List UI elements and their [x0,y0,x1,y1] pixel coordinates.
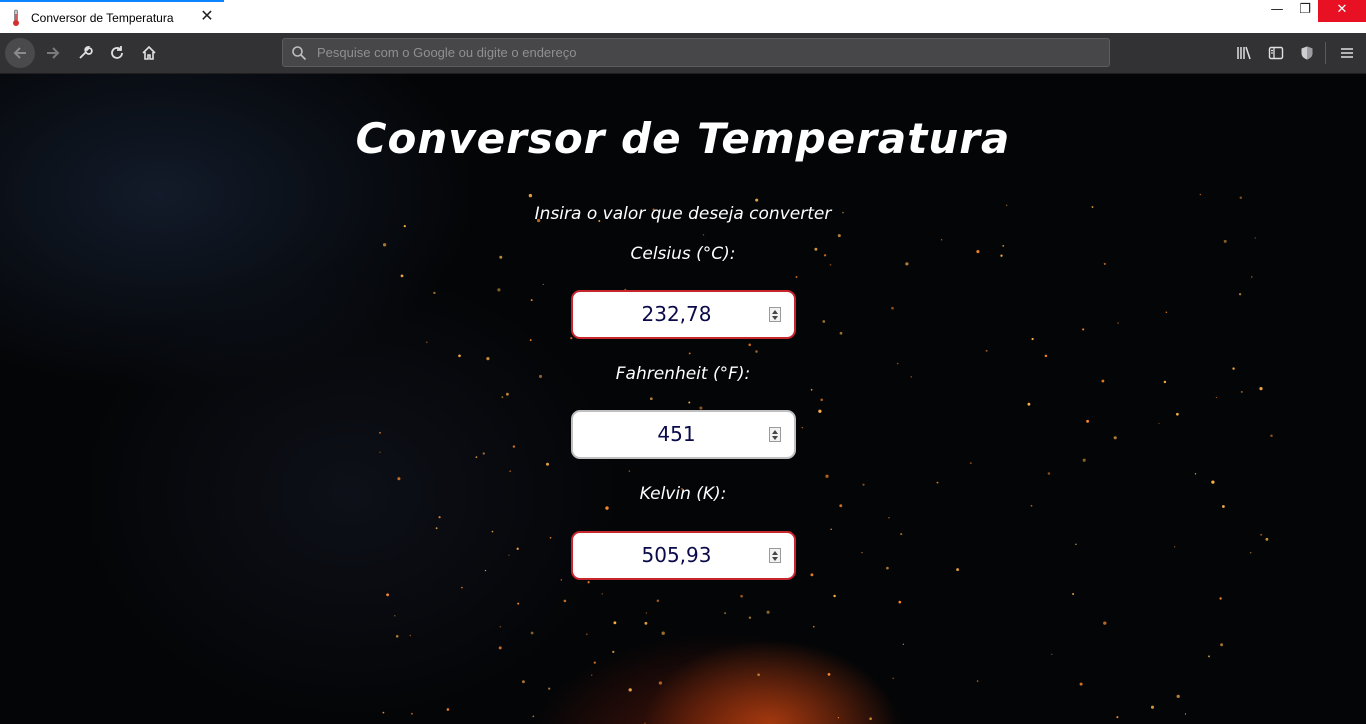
search-icon [291,45,307,61]
restore-button[interactable]: ❐ [1288,0,1322,22]
page-viewport: Conversor de Temperatura Insira o valor … [0,74,1366,724]
window-close-button[interactable]: ✕ [1318,0,1366,22]
celsius-label: Celsius (°C): [630,244,736,264]
close-icon[interactable]: ✕ [198,7,216,25]
home-icon[interactable] [135,39,163,67]
browser-tab[interactable]: Conversor de Temperatura ✕ [0,0,224,33]
tools-icon[interactable] [71,39,99,67]
address-bar[interactable]: Pesquise com o Google ou digite o endere… [282,38,1110,67]
address-placeholder: Pesquise com o Google ou digite o endere… [317,45,577,60]
kelvin-spinner[interactable] [769,548,781,563]
library-icon[interactable] [1230,39,1258,67]
navigation-toolbar: Pesquise com o Google ou digite o endere… [0,33,1366,74]
celsius-input[interactable]: 232,78 [571,290,796,339]
fahrenheit-spinner[interactable] [769,427,781,442]
fire-embers-background [379,193,1273,724]
kelvin-label: Kelvin (K): [639,484,727,504]
fahrenheit-input[interactable]: 451 [571,410,796,459]
kelvin-value: 505,93 [641,543,712,567]
tab-bar: Conversor de Temperatura ✕ — ❐ ✕ [0,0,1366,34]
kelvin-input[interactable]: 505,93 [571,531,796,580]
toolbar-separator [1325,42,1326,64]
shield-icon[interactable] [1293,39,1321,67]
celsius-value: 232,78 [641,302,712,326]
forward-icon[interactable] [39,39,67,67]
reload-icon[interactable] [103,39,131,67]
thermometer-icon [10,9,22,27]
hamburger-menu-icon[interactable] [1333,39,1361,67]
fahrenheit-label: Fahrenheit (°F): [615,364,751,384]
tab-title: Conversor de Temperatura [31,11,174,25]
back-icon[interactable] [5,38,35,68]
sidebar-icon[interactable] [1262,39,1290,67]
celsius-spinner[interactable] [769,307,781,322]
instruction-text: Insira o valor que deseja converter [534,204,832,224]
page-title: Conversor de Temperatura [355,114,1011,163]
fahrenheit-value: 451 [657,422,696,446]
